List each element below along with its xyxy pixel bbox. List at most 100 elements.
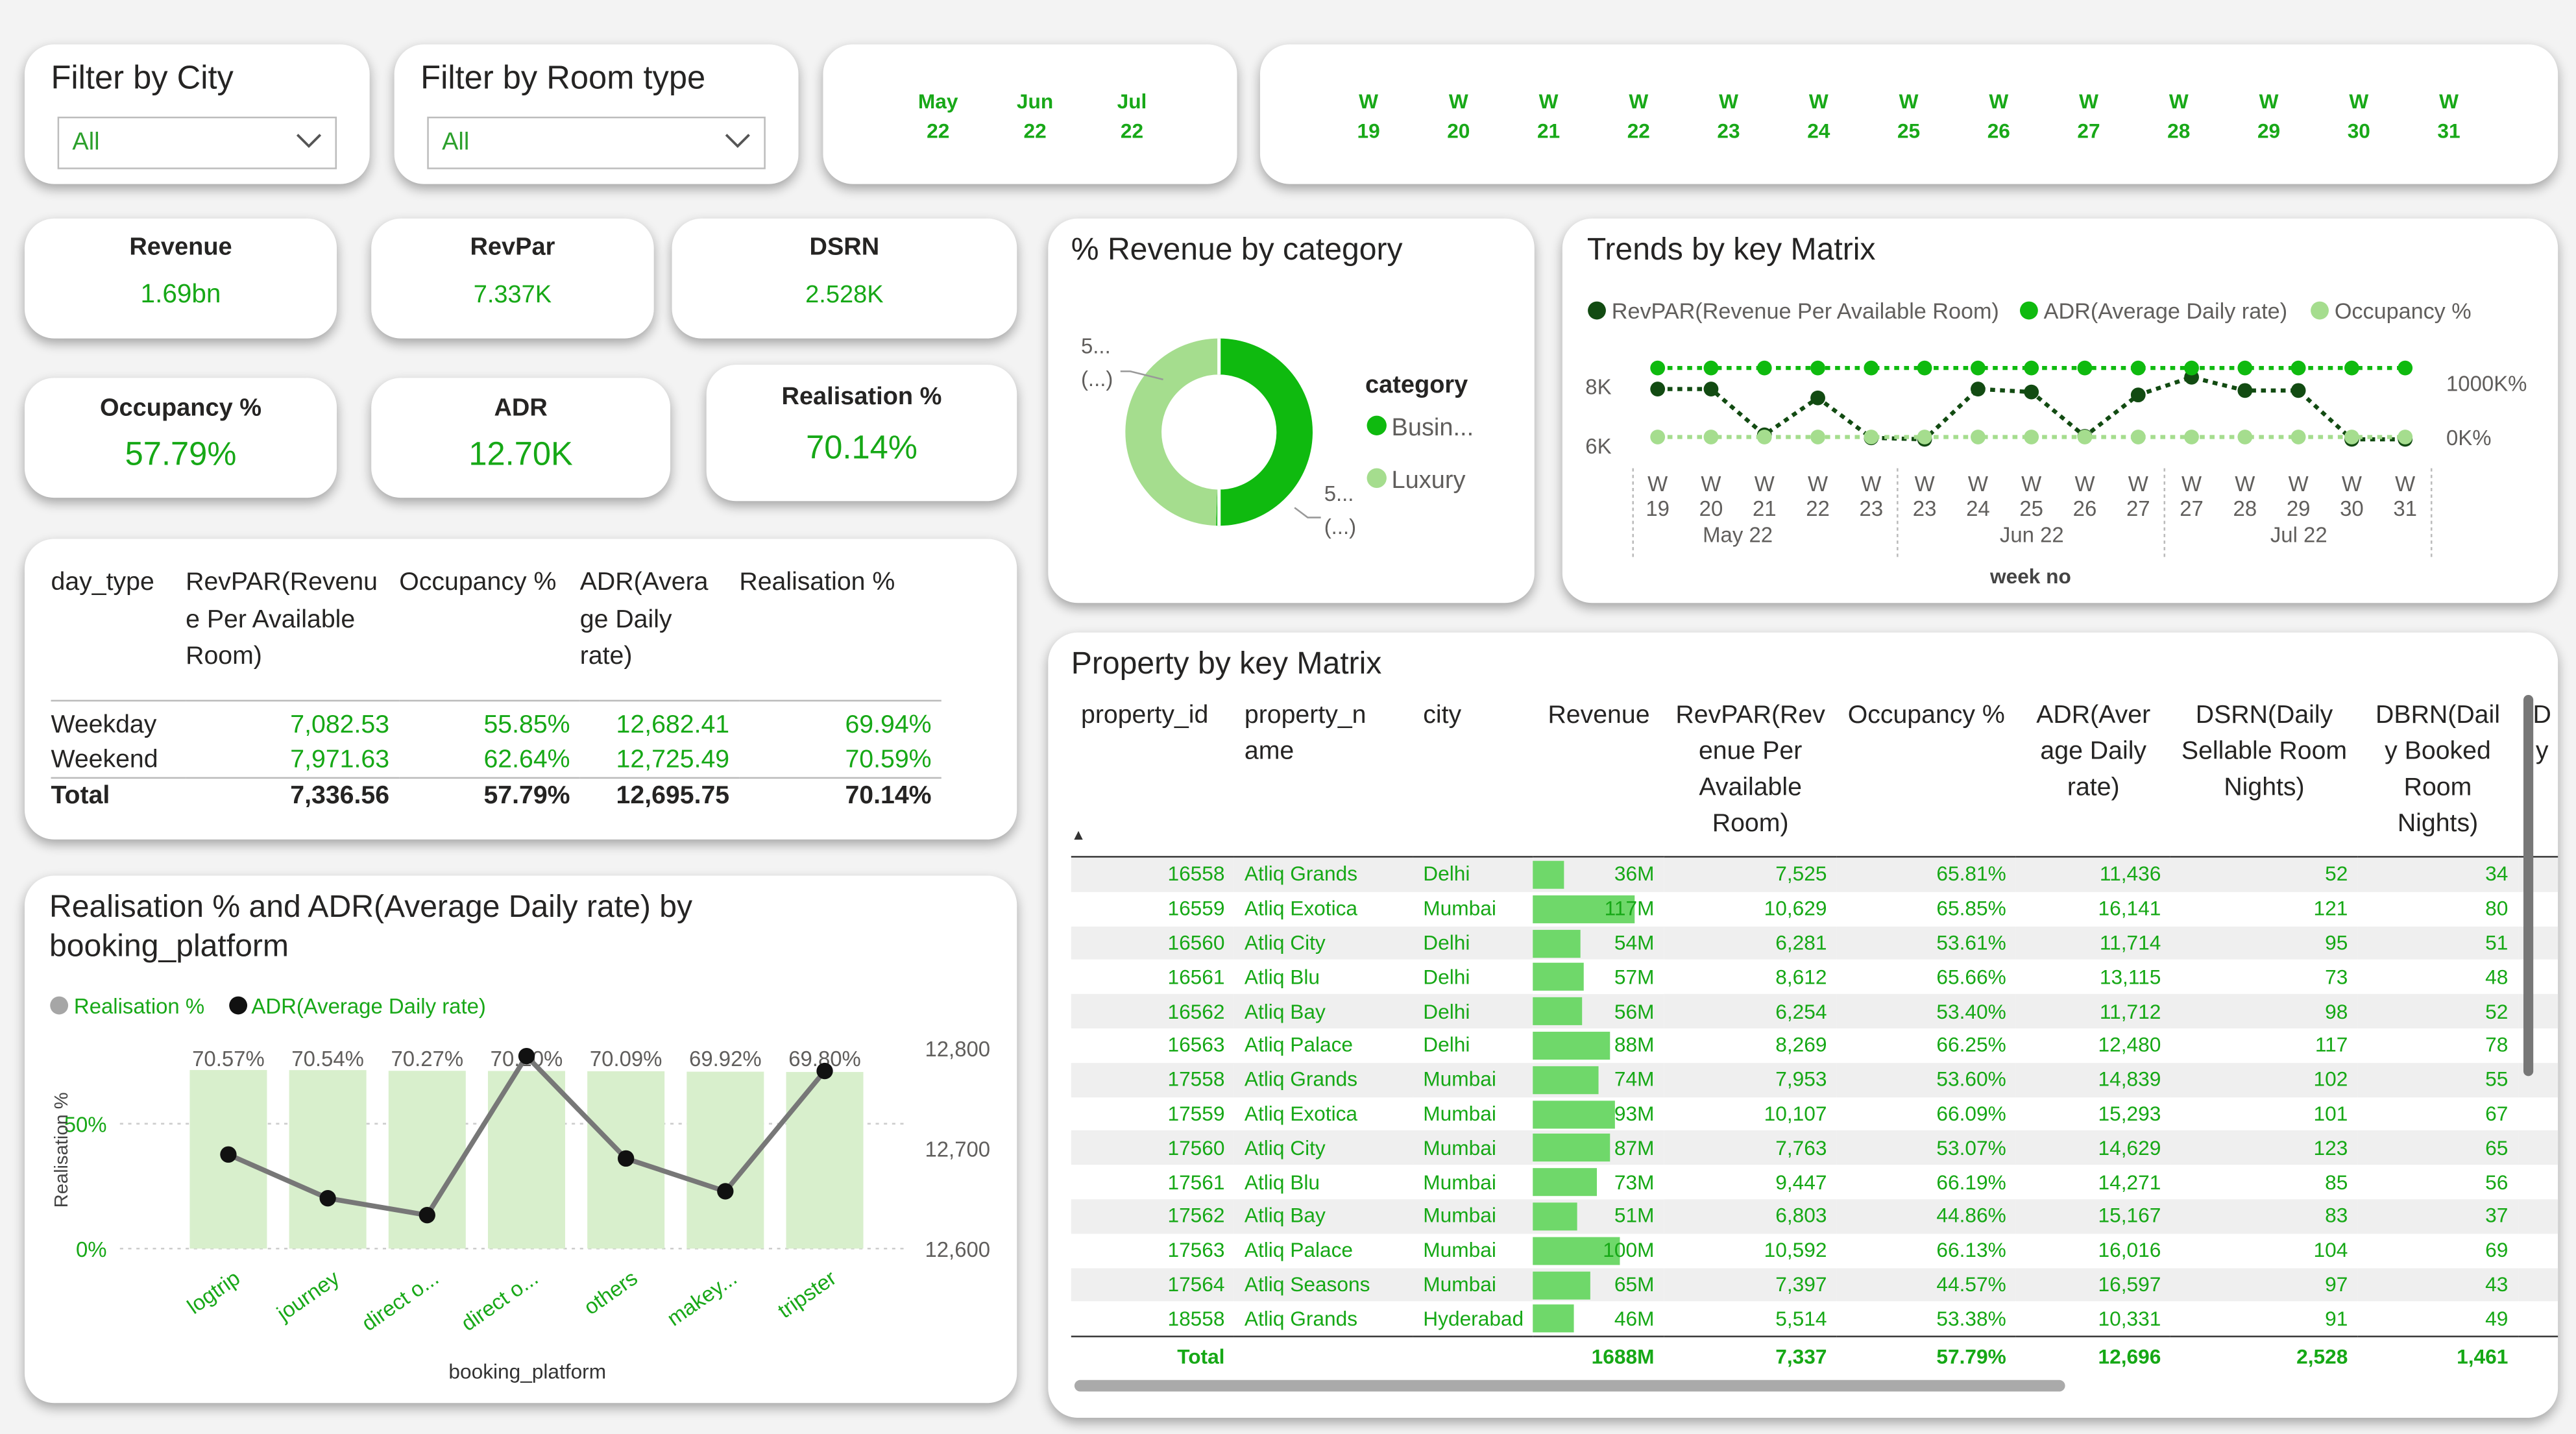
week-slicer-item-number: 29 — [2257, 119, 2281, 143]
property-cell-empty — [2518, 1267, 2558, 1302]
property-cell: 7,763 — [1664, 1130, 1837, 1165]
table-row[interactable]: 17559 Atliq Exotica Mumbai 93M 10,107 66.09% 1… — [1071, 1097, 2558, 1131]
week-slicer-item[interactable]: W 29 — [2244, 87, 2294, 146]
table-row[interactable]: 16561 Atliq Blu Delhi 57M 8,612 65.66% 13,115 7… — [1071, 960, 2558, 995]
table-row[interactable]: 18558 Atliq Grands Hyderabad 46M 5,514 53.38%… — [1071, 1302, 2558, 1337]
donut-legend-title: category — [1365, 371, 1468, 398]
trends-month-label: May 22 — [1703, 523, 1773, 547]
trends-x-tick: 22 — [1806, 496, 1830, 520]
table-row[interactable]: 17564 Atliq Seasons Mumbai 65M 7,397 44.57% 16… — [1071, 1267, 2558, 1302]
table-row[interactable]: 16559 Atliq Exotica Mumbai 117M 10,629 65.85%… — [1071, 892, 2558, 926]
city-filter-title: Filter by City — [51, 60, 234, 97]
week-slicer-item[interactable]: W 23 — [1704, 87, 1753, 146]
day-type-header[interactable]: RevPAR(Revenu e Per Available Room) — [186, 565, 400, 702]
month-slicer-item[interactable]: Jun 22 — [1002, 87, 1067, 146]
trends-data-point — [1650, 382, 1666, 396]
property-header[interactable]: city — [1413, 698, 1534, 858]
realisation-bar — [786, 1072, 864, 1249]
trends-data-point — [2130, 360, 2146, 376]
property-cell: 55 — [2357, 1062, 2518, 1097]
property-cell: 16563 — [1167, 1034, 1225, 1057]
property-header[interactable]: DSRN(Daily Sellable Room Nights) — [2170, 698, 2358, 858]
week-slicer-item[interactable]: W 21 — [1524, 87, 1574, 146]
property-cell: Mumbai — [1423, 1171, 1496, 1194]
table-row[interactable]: 17558 Atliq Grands Mumbai 74M 7,953 53.60% 14,… — [1071, 1062, 2558, 1097]
property-cell: 65.85% — [1936, 897, 2006, 921]
trends-data-point — [2024, 360, 2039, 376]
property-cell: 17560 — [1071, 1130, 1235, 1165]
week-slicer-item[interactable]: W 25 — [1884, 87, 1934, 146]
table-row[interactable]: 17560 Atliq City Mumbai 87M 7,763 53.07% 14,62… — [1071, 1130, 2558, 1165]
table-row[interactable]: 17562 Atliq Bay Mumbai 51M 6,803 44.86% 15,167… — [1071, 1199, 2558, 1233]
table-row[interactable]: 16562 Atliq Bay Delhi 56M 6,254 53.40% 11,712 9… — [1071, 994, 2558, 1028]
week-slicer-item[interactable]: W 20 — [1434, 87, 1483, 146]
property-cell: 8,612 — [1775, 966, 1827, 989]
table-row[interactable]: 17563 Atliq Palace Mumbai 100M 10,592 66.13% 1… — [1071, 1233, 2558, 1268]
trends-x-tick: 26 — [2073, 496, 2097, 520]
day-type-header[interactable]: Occupancy % — [399, 565, 580, 702]
property-cell: 51 — [2357, 925, 2518, 960]
table-row[interactable]: 16560 Atliq City Delhi 54M 6,281 53.61% 11,714… — [1071, 925, 2558, 960]
realisation-x-tick: makey... — [662, 1265, 741, 1330]
vertical-scrollbar[interactable] — [2523, 694, 2534, 1076]
property-header[interactable]: DBRN(Dail y Booked Room Nights) — [2357, 698, 2518, 858]
week-slicer-item[interactable]: W 30 — [2334, 87, 2383, 146]
property-header[interactable]: property_n ame — [1234, 698, 1414, 858]
trends-data-point — [1703, 430, 1719, 444]
week-slicer-item-prefix: W — [2169, 90, 2189, 114]
trends-x-tick: W — [2074, 472, 2095, 496]
city-dropdown[interactable]: All — [57, 116, 337, 169]
month-slicer-item[interactable]: May 22 — [905, 87, 971, 146]
day-type-header[interactable]: ADR(Avera ge Daily rate) — [579, 565, 740, 702]
table-row[interactable]: 16563 Atliq Palace Delhi 88M 8,269 66.25% 12,4… — [1071, 1028, 2558, 1063]
property-cell: 16562 — [1071, 994, 1235, 1028]
sort-ascending-icon[interactable]: ▲ — [1071, 816, 1086, 853]
property-cell: 69 — [2485, 1239, 2509, 1262]
property-cell: 37 — [2357, 1199, 2518, 1233]
week-slicer-item[interactable]: W 19 — [1344, 87, 1393, 146]
trends-x-tick: W — [1755, 472, 1775, 496]
week-slicer-item[interactable]: W 27 — [2064, 87, 2113, 146]
property-cell: Mumbai — [1423, 897, 1496, 921]
horizontal-scrollbar[interactable] — [1074, 1379, 2065, 1392]
month-slicer-item[interactable]: Jul 22 — [1099, 87, 1165, 146]
week-slicer-item[interactable]: W 22 — [1614, 87, 1663, 146]
week-slicer-item[interactable]: W 28 — [2154, 87, 2204, 146]
day-type-header[interactable]: day_type — [51, 565, 186, 702]
trends-data-point — [2290, 430, 2306, 444]
donut-legend-item: Luxury — [1392, 467, 1466, 494]
table-row[interactable]: 16558 Atliq Grands Delhi 36M 7,525 65.81% 11,4… — [1071, 857, 2558, 892]
property-cell: Atliq City — [1234, 925, 1414, 960]
property-cell: 53.40% — [1836, 994, 2016, 1028]
week-slicer-item[interactable]: W 26 — [1974, 87, 2023, 146]
property-header[interactable]: RevPAR(Rev enue Per Available Room) — [1664, 698, 1837, 858]
donut-slice — [1216, 338, 1313, 526]
property-cell: Atliq Palace — [1244, 1239, 1354, 1262]
revenue-data-bar — [1533, 963, 1583, 991]
property-header[interactable]: Occupancy % — [1836, 698, 2016, 858]
day-type-header[interactable]: Realisation % — [739, 565, 942, 702]
property-header-text: Revenue — [1548, 701, 1650, 730]
property-header[interactable]: property_id ▲ — [1071, 698, 1235, 858]
week-slicer-item[interactable]: W 24 — [1794, 87, 1843, 146]
property-total-cell — [1413, 1335, 1534, 1378]
property-cell: 102 — [2170, 1062, 2358, 1097]
table-row[interactable]: 17561 Atliq Blu Mumbai 73M 9,447 66.19% 14,271… — [1071, 1165, 2558, 1200]
kpi-occupancy-label: Occupancy % — [99, 394, 262, 422]
trends-month-label: Jun 22 — [2000, 523, 2064, 547]
trends-x-tick: W — [2289, 472, 2309, 496]
kpi-realisation-card: Realisation % 70.14% — [706, 365, 1017, 502]
property-header[interactable]: ADR(Aver age Daily rate) — [2015, 698, 2171, 858]
trends-x-tick: 23 — [1913, 496, 1937, 520]
property-cell: 16,141 — [2098, 897, 2161, 921]
property-cell: 5,514 — [1775, 1307, 1827, 1331]
property-table: property_id ▲ property_n ame city Revenue RevP… — [1071, 698, 2558, 1378]
adr-data-point — [220, 1146, 237, 1163]
realisation-chart: Realisation % ADR(Average Daily rate)50%0… — [50, 994, 990, 1383]
property-header[interactable]: Revenue — [1533, 698, 1664, 858]
revenue-data-bar — [1533, 929, 1581, 958]
week-slicer-item[interactable]: W 31 — [2424, 87, 2473, 146]
day-type-cell: 7,082.53 — [290, 711, 390, 740]
property-cell: 53.07% — [1836, 1130, 2016, 1165]
room-type-dropdown[interactable]: All — [427, 116, 766, 169]
